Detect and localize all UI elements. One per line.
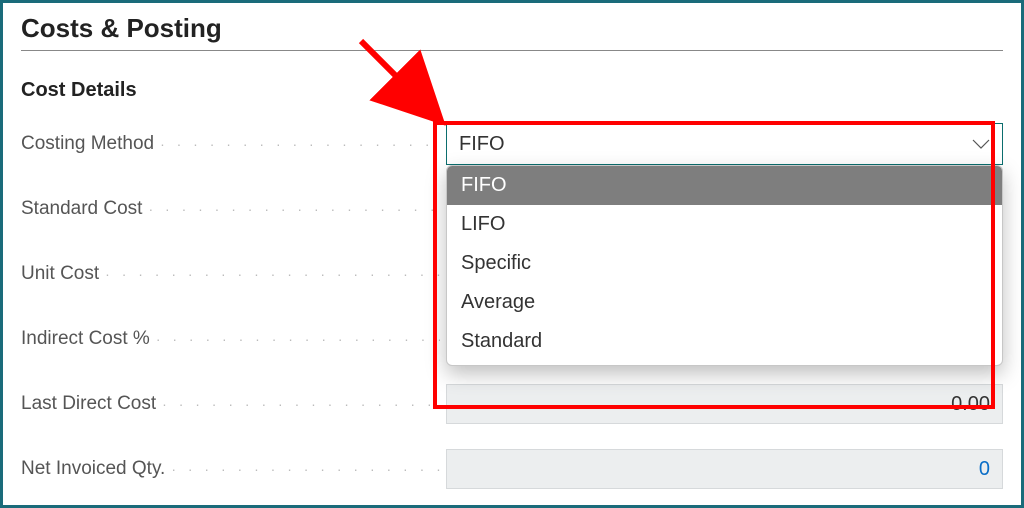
dots-filler: · · · · · · · · · · · · · · · · · · · · … bbox=[156, 331, 440, 347]
label-costing-method: Costing Method bbox=[21, 133, 154, 155]
label-unit-cost: Unit Cost bbox=[21, 263, 99, 285]
chevron-down-icon bbox=[972, 134, 990, 155]
costing-method-dropdown: FIFO LIFO Specific Average Standard bbox=[446, 165, 1003, 366]
last-direct-cost-value: 0.00 bbox=[951, 393, 990, 416]
label-standard-cost: Standard Cost bbox=[21, 198, 142, 220]
row-costing-method: Costing Method · · · · · · · · · · · · ·… bbox=[21, 124, 1003, 164]
dropdown-option-lifo[interactable]: LIFO bbox=[447, 205, 1002, 244]
costing-method-value: FIFO bbox=[459, 133, 505, 156]
label-indirect-cost: Indirect Cost % bbox=[21, 328, 150, 350]
dropdown-option-average[interactable]: Average bbox=[447, 283, 1002, 322]
section-title: Costs & Posting bbox=[21, 13, 1003, 51]
net-invoiced-qty-field[interactable]: 0 bbox=[446, 449, 1003, 489]
dots-filler: · · · · · · · · · · · · · · · · · · · · … bbox=[171, 461, 440, 477]
costing-method-select[interactable]: FIFO bbox=[446, 123, 1003, 165]
dots-filler: · · · · · · · · · · · · · · · · · · · · … bbox=[162, 396, 440, 412]
dropdown-option-fifo[interactable]: FIFO bbox=[447, 166, 1002, 205]
dots-filler: · · · · · · · · · · · · · · · · · · · · … bbox=[160, 136, 440, 152]
label-last-direct-cost: Last Direct Cost bbox=[21, 393, 156, 415]
row-last-direct-cost: Last Direct Cost · · · · · · · · · · · ·… bbox=[21, 384, 1003, 424]
subsection-title: Cost Details bbox=[21, 79, 1003, 102]
label-net-invoiced-qty: Net Invoiced Qty. bbox=[21, 458, 165, 480]
dropdown-option-specific[interactable]: Specific bbox=[447, 244, 1002, 283]
net-invoiced-qty-value: 0 bbox=[979, 458, 990, 481]
dropdown-option-standard[interactable]: Standard bbox=[447, 322, 1002, 361]
dots-filler: · · · · · · · · · · · · · · · · · · · · … bbox=[148, 201, 440, 217]
last-direct-cost-field[interactable]: 0.00 bbox=[446, 384, 1003, 424]
row-net-invoiced-qty: Net Invoiced Qty. · · · · · · · · · · · … bbox=[21, 449, 1003, 489]
dots-filler: · · · · · · · · · · · · · · · · · · · · … bbox=[105, 266, 440, 282]
